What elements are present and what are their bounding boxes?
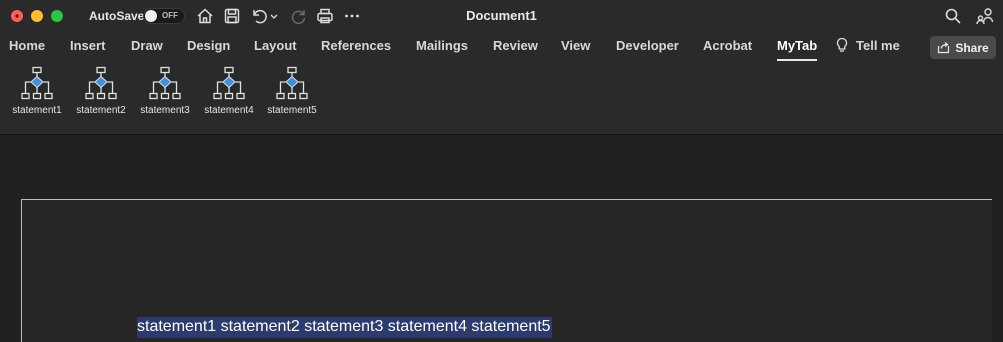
tab-developer[interactable]: Developer (616, 38, 679, 53)
share-icon (938, 42, 950, 54)
undo-dropdown-icon[interactable] (268, 6, 280, 26)
statement2-button[interactable]: statement2 (71, 66, 131, 120)
statement5-button[interactable]: statement5 (262, 66, 322, 120)
print-icon[interactable] (315, 6, 335, 26)
search-icon[interactable] (943, 6, 963, 26)
redo-icon[interactable] (289, 6, 309, 26)
share-label: Share (955, 40, 989, 55)
autosave-label: AutoSave (89, 9, 145, 23)
document-title: Document1 (466, 8, 537, 23)
tab-references[interactable]: References (321, 38, 391, 53)
close-window-button[interactable] (11, 10, 23, 22)
statement3-label: statement3 (140, 105, 190, 116)
flowchart-icon (21, 66, 53, 100)
statement4-button[interactable]: statement4 (199, 66, 259, 120)
share-button[interactable]: Share (930, 36, 996, 59)
tab-mytab[interactable]: MyTab (777, 38, 818, 61)
tell-me-search[interactable] (835, 37, 849, 59)
autosave-toggle-knob (145, 10, 157, 22)
lightbulb-icon (836, 37, 848, 52)
autosave-toggle[interactable]: OFF (143, 8, 185, 24)
minimize-window-button[interactable] (31, 10, 43, 22)
flowchart-icon (85, 66, 117, 100)
document-canvas: statement1 statement2 statement3 stateme… (0, 136, 1003, 342)
more-icon[interactable] (342, 6, 362, 26)
statement5-label: statement5 (267, 105, 317, 116)
flowchart-icon (276, 66, 308, 100)
statement3-button[interactable]: statement3 (135, 66, 195, 120)
statement1-label: statement1 (12, 105, 62, 116)
statement4-label: statement4 (204, 105, 254, 116)
selected-document-text[interactable]: statement1 statement2 statement3 stateme… (137, 317, 552, 338)
autosave-state: OFF (162, 11, 178, 20)
tab-draw[interactable]: Draw (131, 38, 163, 53)
tab-insert[interactable]: Insert (70, 38, 105, 53)
flowchart-icon (213, 66, 245, 100)
tab-review[interactable]: Review (493, 38, 538, 53)
document-page[interactable]: statement1 statement2 statement3 stateme… (21, 199, 992, 342)
ribbon-tab-bar: Home Insert Draw Design Layout Reference… (0, 32, 1003, 62)
share-people-icon[interactable] (975, 6, 995, 26)
home-icon[interactable] (195, 6, 215, 26)
flowchart-icon (149, 66, 181, 100)
tab-view[interactable]: View (561, 38, 590, 53)
undo-icon[interactable] (249, 6, 269, 26)
tab-mailings[interactable]: Mailings (416, 38, 468, 53)
title-bar: AutoSave OFF Document1 (0, 0, 1003, 32)
tab-design[interactable]: Design (187, 38, 230, 53)
statement1-button[interactable]: statement1 (7, 66, 67, 120)
tell-me-label[interactable]: Tell me (856, 38, 900, 53)
zoom-window-button[interactable] (51, 10, 63, 22)
save-icon[interactable] (222, 6, 242, 26)
tab-home[interactable]: Home (9, 38, 45, 53)
tab-acrobat[interactable]: Acrobat (703, 38, 752, 53)
ribbon-panel: statement1 statement2 statement3 stateme… (0, 62, 1003, 135)
tab-layout[interactable]: Layout (254, 38, 297, 53)
statement2-label: statement2 (76, 105, 126, 116)
